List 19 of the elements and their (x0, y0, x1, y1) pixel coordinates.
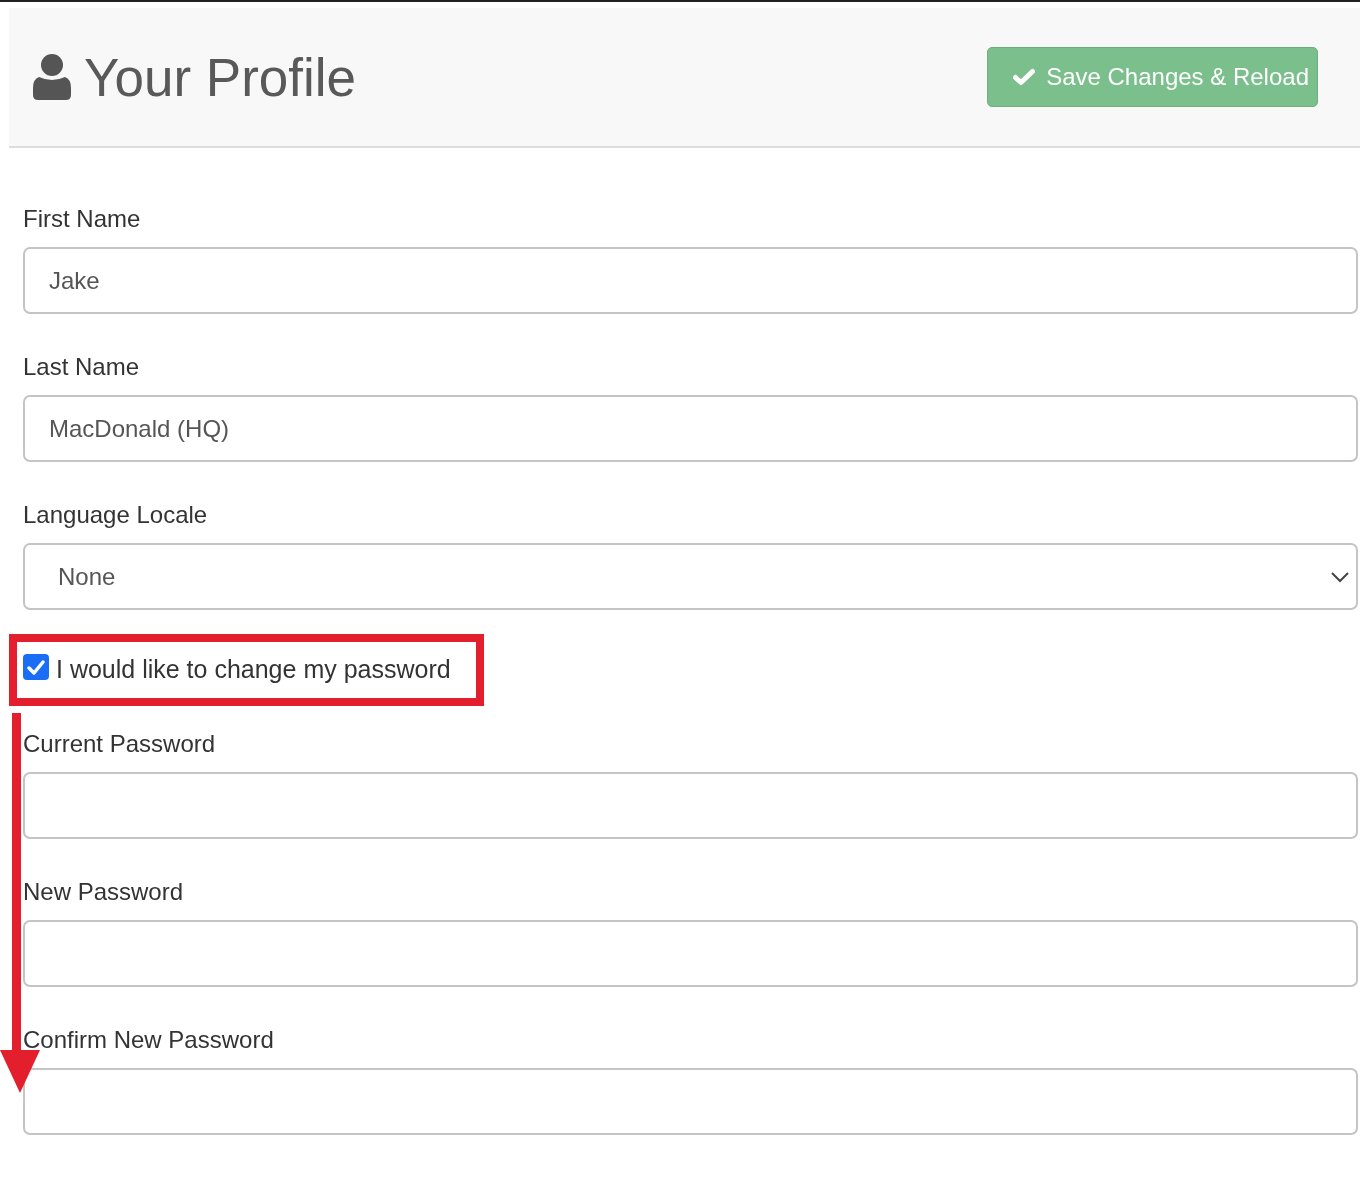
checkbox[interactable] (23, 654, 49, 680)
password-field[interactable] (23, 1068, 1358, 1135)
field-label: First Name (23, 204, 141, 234)
field-label: New Password (23, 877, 184, 907)
field-label: Confirm New Password (23, 1025, 274, 1055)
checkbox-label: I would like to change my password (56, 654, 451, 686)
field-label: Last Name (23, 352, 140, 382)
field-label: Language Locale (23, 500, 208, 530)
user-icon (33, 54, 71, 100)
page-title: Your Profile (84, 50, 357, 104)
password-field[interactable] (23, 772, 1358, 839)
chevron-down-icon (1330, 570, 1350, 583)
field-label: Current Password (23, 729, 216, 759)
password-field[interactable] (23, 920, 1358, 987)
tick-icon (27, 659, 45, 675)
text-field[interactable]: Jake (23, 247, 1358, 314)
text-field[interactable]: MacDonald (HQ) (23, 395, 1358, 462)
check-icon (1013, 68, 1036, 86)
locale-select[interactable]: None (23, 543, 1358, 610)
